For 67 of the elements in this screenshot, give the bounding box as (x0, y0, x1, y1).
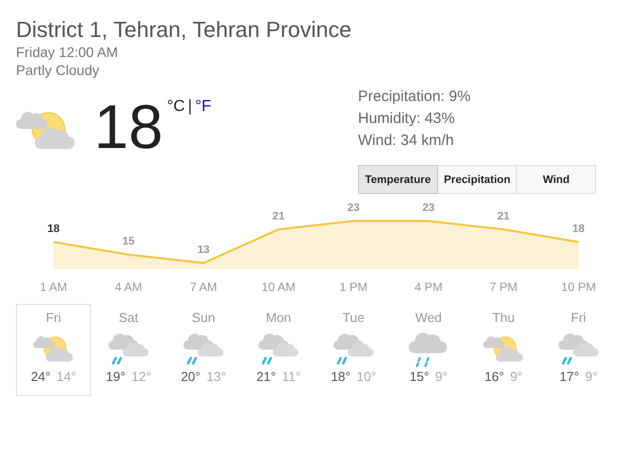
weather-detail: Humidity: 43% (358, 109, 456, 129)
axis-label: 10 AM (261, 280, 296, 294)
high-temperature: 20° (180, 368, 200, 384)
forecast-day[interactable]: Sat 19° 12° (91, 304, 166, 396)
day-name: Fri (46, 310, 62, 325)
low-temperature: 14° (56, 368, 76, 384)
forecast-day[interactable]: Sun 20° 13° (166, 304, 241, 396)
chart-tab[interactable]: Wind (517, 165, 596, 194)
chart-tab[interactable]: Precipitation (438, 165, 518, 194)
low-temperature: 10° (356, 368, 376, 384)
unit-label: °C (166, 98, 185, 116)
rain-cloud-icon (108, 331, 149, 367)
rain-cloud-icon (408, 331, 449, 367)
unit-link[interactable]: °F (195, 98, 212, 116)
data-label: 23 (347, 202, 360, 214)
forecast-day[interactable]: Fri 24° 14° (16, 304, 91, 396)
data-label: 18 (572, 223, 585, 235)
axis-label: 1 PM (340, 280, 368, 294)
axis-label: 4 PM (414, 280, 442, 294)
weather-condition: Partly Cloudy (16, 61, 100, 79)
rain-cloud-icon (333, 331, 374, 367)
rain-cloud-icon (558, 331, 599, 367)
high-temperature: 18° (330, 368, 350, 384)
chart-tab[interactable]: Temperature (358, 165, 438, 194)
axis-label: 10 PM (561, 280, 596, 294)
axis-label: 7 AM (190, 280, 218, 294)
low-temperature: 9° (510, 368, 523, 384)
location-title: District 1, Tehran, Tehran Province (16, 17, 352, 43)
data-label: 21 (272, 210, 285, 222)
low-temperature: 12° (132, 368, 152, 384)
forecast-day[interactable]: Thu 16° 9° (466, 304, 541, 396)
day-name: Fri (570, 310, 586, 325)
day-name: Sun (192, 310, 216, 325)
high-temperature: 17° (559, 368, 580, 384)
day-name: Mon (266, 310, 292, 325)
forecast-day[interactable]: Tue 18° 10° (316, 304, 391, 396)
data-label: 18 (47, 223, 60, 235)
day-name: Wed (415, 310, 442, 325)
high-temperature: 19° (106, 368, 126, 384)
forecast-day[interactable]: Mon 21° 11° (241, 304, 316, 396)
data-label: 15 (122, 236, 135, 248)
axis-label: 1 AM (40, 280, 68, 294)
day-name: Thu (492, 310, 515, 325)
weather-detail: Wind: 34 km/h (358, 131, 455, 151)
high-temperature: 21° (256, 368, 276, 384)
unit-separator: | (188, 98, 192, 116)
low-temperature: 9° (585, 368, 598, 384)
high-temperature: 24° (30, 368, 50, 384)
temperature-value: 18 (94, 97, 163, 159)
high-temperature: 15° (409, 368, 430, 384)
forecast-day[interactable]: Wed 15° 9° (391, 304, 466, 396)
data-label: 23 (422, 202, 435, 214)
low-temperature: 9° (435, 368, 448, 384)
date-time: Friday 12:00 AM (16, 43, 119, 61)
axis-label: 7 PM (490, 280, 518, 294)
low-temperature: 11° (282, 368, 301, 384)
forecast-day[interactable]: Fri 17° 9° (541, 304, 616, 396)
high-temperature: 16° (484, 368, 504, 384)
day-name: Sat (118, 310, 138, 325)
axis-label: 4 AM (114, 280, 142, 294)
data-label: 21 (497, 210, 510, 222)
day-name: Tue (342, 310, 364, 325)
weather-detail: Precipitation: 9% (358, 87, 472, 107)
rain-cloud-icon (183, 331, 224, 367)
low-temperature: 13° (206, 368, 226, 384)
rain-cloud-icon (258, 331, 299, 367)
data-label: 13 (197, 244, 210, 256)
